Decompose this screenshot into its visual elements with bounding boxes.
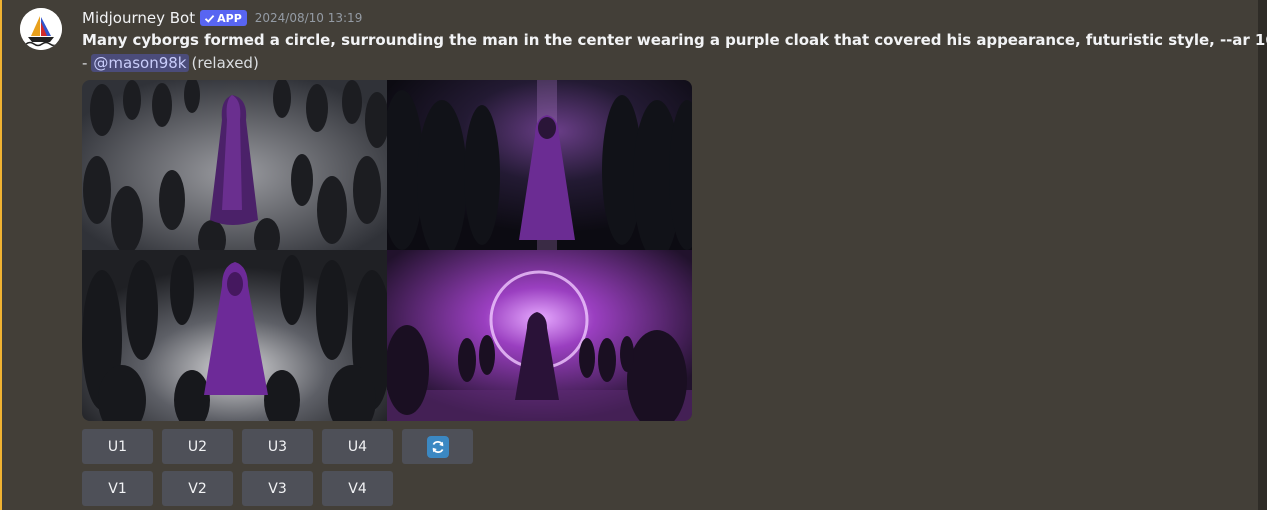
v4-button[interactable]: V4 xyxy=(322,471,393,506)
grid-image-3[interactable] xyxy=(82,250,387,421)
message-header: Midjourney Bot APP 2024/08/10 13:19 xyxy=(82,7,362,29)
refresh-icon xyxy=(426,435,449,458)
sailboat-logo-icon xyxy=(20,8,62,50)
bot-avatar[interactable] xyxy=(20,8,62,50)
reroll-button[interactable] xyxy=(402,429,473,464)
message-timestamp: 2024/08/10 13:19 xyxy=(254,11,363,25)
v3-button[interactable]: V3 xyxy=(242,471,313,506)
meta-dash: - xyxy=(82,54,88,72)
variation-button-row: V1 V2 V3 V4 xyxy=(82,471,393,506)
v1-button[interactable]: V1 xyxy=(82,471,153,506)
prompt-text: Many cyborgs formed a circle, surroundin… xyxy=(82,31,1267,49)
u3-button[interactable]: U3 xyxy=(242,429,313,464)
scrollbar-track[interactable] xyxy=(1258,0,1267,510)
bot-username[interactable]: Midjourney Bot xyxy=(82,9,195,27)
app-badge: APP xyxy=(200,10,247,26)
u2-button[interactable]: U2 xyxy=(162,429,233,464)
prompt-meta: - @mason98k (relaxed) xyxy=(82,54,259,72)
u1-button[interactable]: U1 xyxy=(82,429,153,464)
generation-mode: (relaxed) xyxy=(191,54,259,72)
image-grid[interactable] xyxy=(82,80,692,421)
grid-image-2[interactable] xyxy=(387,80,692,250)
user-mention[interactable]: @mason98k xyxy=(91,54,189,72)
grid-image-4[interactable] xyxy=(387,250,692,421)
verified-check-icon xyxy=(205,14,215,23)
u4-button[interactable]: U4 xyxy=(322,429,393,464)
app-badge-label: APP xyxy=(217,11,242,25)
v2-button[interactable]: V2 xyxy=(162,471,233,506)
grid-image-1[interactable] xyxy=(82,80,387,250)
upscale-button-row: U1 U2 U3 U4 xyxy=(82,429,473,464)
